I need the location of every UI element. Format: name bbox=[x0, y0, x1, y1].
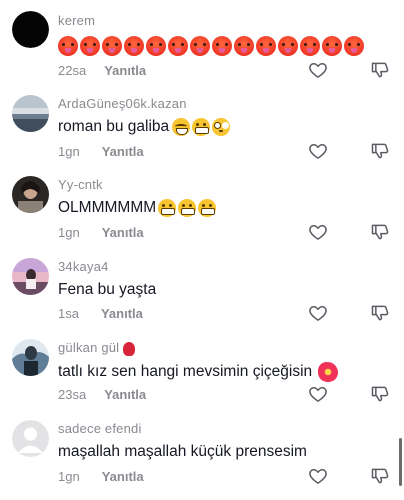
hot-face-emoji-icon bbox=[212, 36, 232, 56]
hot-face-emoji-icon bbox=[278, 36, 298, 56]
heart-outline-icon[interactable] bbox=[308, 466, 328, 486]
comment-text-content: maşallah maşallah küçük prensesim bbox=[58, 443, 307, 460]
comment-time: 23sa bbox=[58, 387, 87, 402]
thumbs-down-outline-icon[interactable] bbox=[370, 60, 390, 80]
hot-face-emoji-icon bbox=[168, 36, 188, 56]
thumbs-down-outline-icon[interactable] bbox=[370, 466, 390, 486]
heart-outline-icon[interactable] bbox=[308, 303, 328, 323]
comment-text: Fena bu yaşta bbox=[58, 281, 156, 299]
thumbs-down-outline-icon[interactable] bbox=[370, 222, 390, 242]
hot-face-emoji-icon bbox=[300, 36, 320, 56]
grinning-emoji-icon bbox=[192, 118, 211, 136]
hot-face-emoji-icon bbox=[102, 36, 122, 56]
emoji-row bbox=[58, 36, 366, 56]
comment-text-content: OLMMMMMM bbox=[58, 199, 157, 216]
reply-button[interactable]: Yanıtla bbox=[102, 144, 144, 159]
comment-meta: 1gn Yanıtla bbox=[58, 469, 144, 484]
comment-text-content: Fena bu yaşta bbox=[58, 281, 157, 298]
heart-outline-icon[interactable] bbox=[308, 141, 328, 161]
comment-username[interactable]: sadece efendi bbox=[58, 421, 142, 436]
hot-face-emoji-icon bbox=[256, 36, 276, 56]
hot-face-emoji-icon bbox=[234, 36, 254, 56]
comment-meta: 22sa Yanıtla bbox=[58, 63, 146, 78]
comment-meta: 23sa Yanıtla bbox=[58, 387, 146, 402]
comment-username[interactable]: ArdaGüneş06k.kazan bbox=[58, 96, 187, 111]
hot-face-emoji-icon bbox=[80, 36, 100, 56]
avatar[interactable] bbox=[12, 95, 49, 132]
heart-outline-icon[interactable] bbox=[308, 60, 328, 80]
comment-username[interactable]: kerem bbox=[58, 13, 95, 28]
comment-text: tatlı kız sen hangi mevsimin çiçeğisin bbox=[58, 362, 340, 382]
hot-face-emoji-icon bbox=[344, 36, 364, 56]
reply-button[interactable]: Yanıtla bbox=[104, 63, 146, 78]
thumbs-down-outline-icon[interactable] bbox=[370, 141, 390, 161]
comment-text: maşallah maşallah küçük prensesim bbox=[58, 443, 307, 461]
thumbs-down-outline-icon[interactable] bbox=[370, 384, 390, 404]
scrollbar[interactable] bbox=[399, 438, 402, 486]
comment-meta: 1sa Yanıtla bbox=[58, 306, 143, 321]
avatar[interactable] bbox=[12, 420, 49, 457]
hot-face-emoji-icon bbox=[322, 36, 342, 56]
comment-time: 1gn bbox=[58, 144, 80, 159]
reply-button[interactable]: Yanıtla bbox=[104, 387, 146, 402]
avatar[interactable] bbox=[12, 258, 49, 295]
comment-text-content: tatlı kız sen hangi mevsimin çiçeğisin bbox=[58, 363, 313, 380]
grinning-emoji-icon bbox=[178, 199, 197, 217]
comment-text bbox=[58, 36, 366, 56]
hot-face-emoji-icon bbox=[146, 36, 166, 56]
avatar[interactable] bbox=[12, 176, 49, 213]
comment-text: roman bu galiba bbox=[58, 118, 232, 136]
comment-time: 1gn bbox=[58, 225, 80, 240]
hibiscus-emoji-icon bbox=[318, 362, 339, 382]
hot-face-emoji-icon bbox=[58, 36, 78, 56]
comment-time: 22sa bbox=[58, 63, 87, 78]
heart-outline-icon[interactable] bbox=[308, 222, 328, 242]
avatar[interactable] bbox=[12, 11, 49, 48]
comment-username[interactable]: 34kaya4 bbox=[58, 259, 109, 274]
comment-username[interactable]: Yy-cntk bbox=[58, 177, 103, 192]
heart-outline-icon[interactable] bbox=[308, 384, 328, 404]
comment-meta: 1gn Yanıtla bbox=[58, 225, 144, 240]
comment-time: 1sa bbox=[58, 306, 79, 321]
grinning-emoji-icon bbox=[158, 199, 177, 217]
hot-face-emoji-icon bbox=[124, 36, 144, 56]
reply-button[interactable]: Yanıtla bbox=[102, 469, 144, 484]
flushed-emoji-icon bbox=[212, 118, 231, 136]
thumbs-down-outline-icon[interactable] bbox=[370, 303, 390, 323]
avatar[interactable] bbox=[12, 339, 49, 376]
reply-button[interactable]: Yanıtla bbox=[102, 225, 144, 240]
rose-emoji-icon bbox=[123, 341, 136, 356]
grinning-emoji-icon bbox=[198, 199, 217, 217]
laughing-tears-emoji-icon bbox=[172, 118, 191, 136]
comment-username[interactable]: gülkan gül bbox=[58, 340, 137, 356]
comment-username-text: gülkan gül bbox=[58, 340, 120, 355]
comment-time: 1gn bbox=[58, 469, 80, 484]
comment-meta: 1gn Yanıtla bbox=[58, 144, 144, 159]
comment-text: OLMMMMMM bbox=[58, 199, 218, 217]
hot-face-emoji-icon bbox=[190, 36, 210, 56]
comment-text-content: roman bu galiba bbox=[58, 118, 170, 135]
reply-button[interactable]: Yanıtla bbox=[101, 306, 143, 321]
